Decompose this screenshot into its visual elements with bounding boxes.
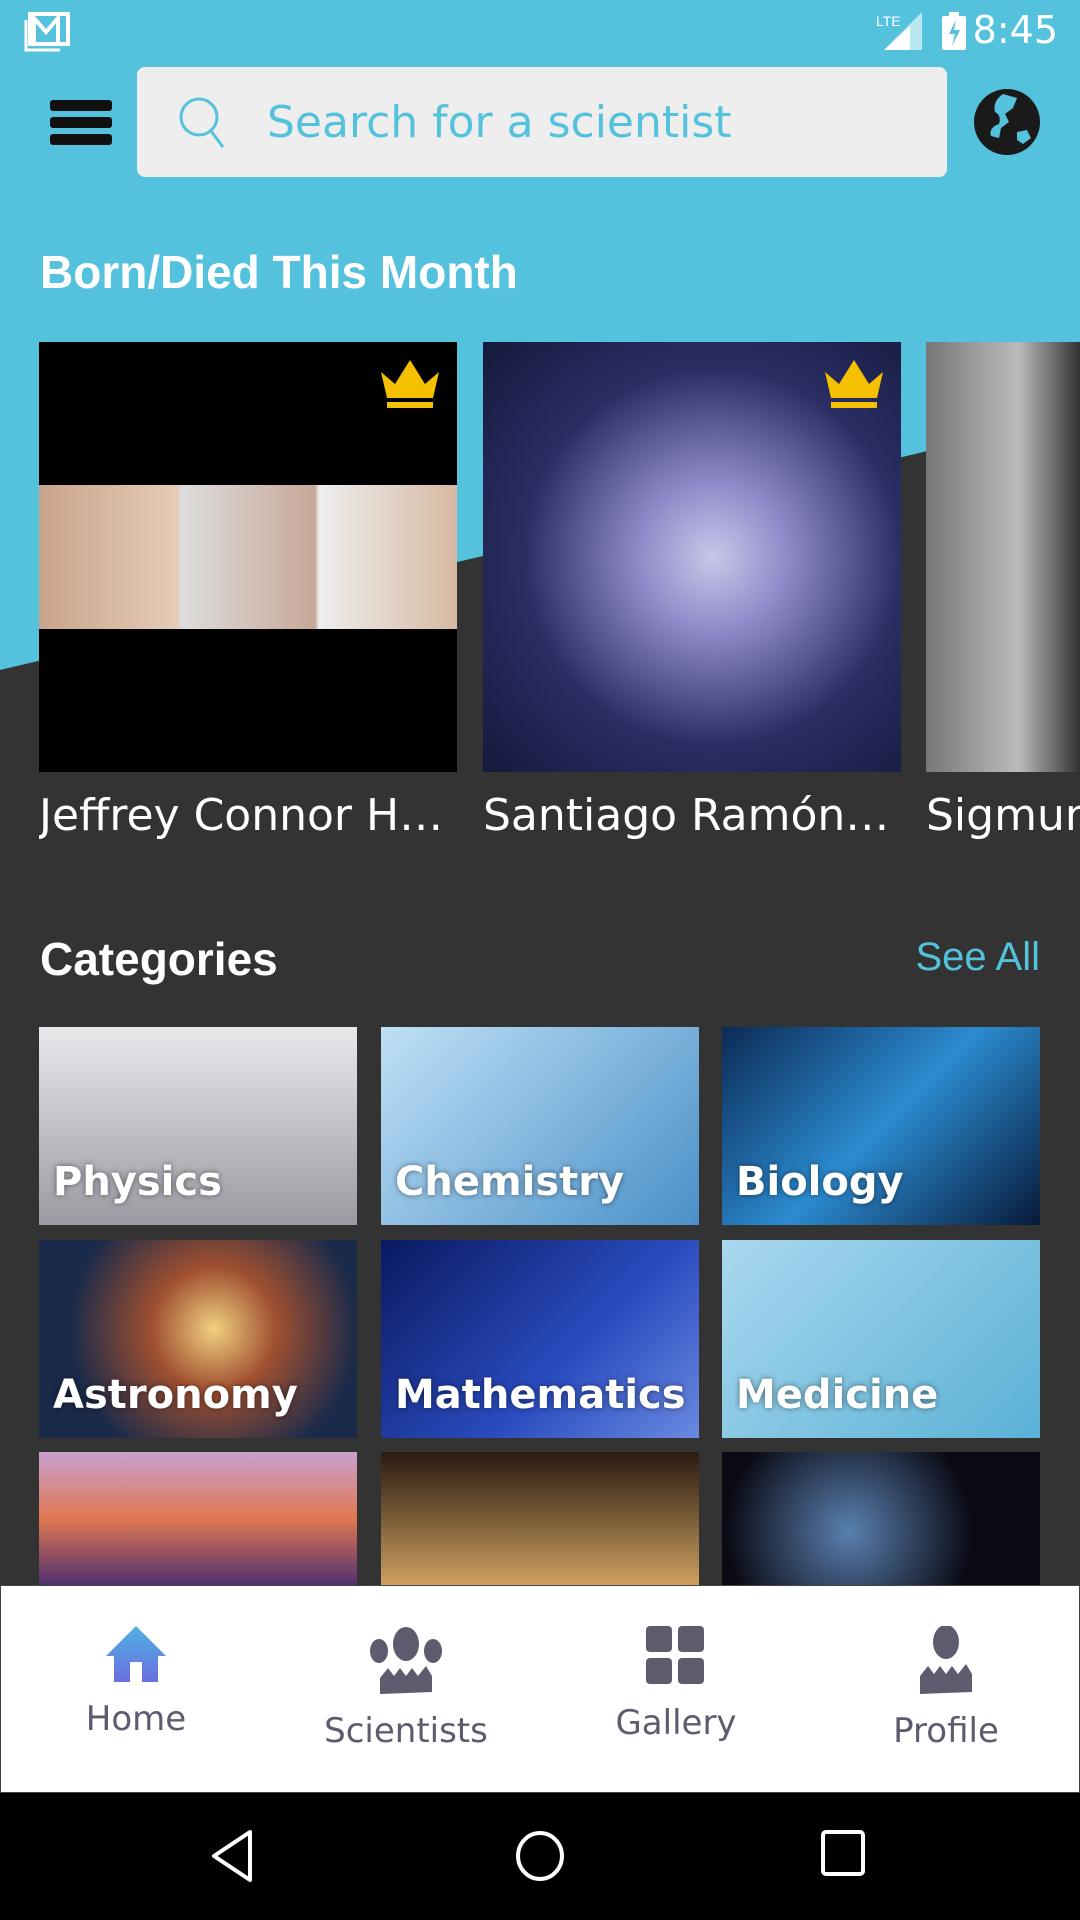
profile-icon: [920, 1625, 972, 1694]
category-item[interactable]: [722, 1452, 1040, 1585]
search-input[interactable]: [267, 87, 907, 157]
category-label: Mathematics: [395, 1372, 686, 1418]
nav-label: Profile: [893, 1711, 999, 1751]
recents-icon[interactable]: [820, 1829, 866, 1879]
see-all-link[interactable]: See All: [915, 935, 1040, 980]
category-biology[interactable]: Biology: [722, 1027, 1040, 1225]
nav-label: Gallery: [615, 1703, 737, 1743]
born-died-title: Born/Died This Month: [40, 246, 518, 298]
back-icon[interactable]: [210, 1829, 254, 1883]
scientist-card[interactable]: [39, 342, 457, 772]
crown-icon: [381, 360, 439, 408]
globe-icon[interactable]: [973, 88, 1041, 156]
category-medicine[interactable]: Medicine: [722, 1240, 1040, 1438]
search-icon: [179, 97, 225, 148]
bottom-navigation: Home Scientists Gallery Profile: [0, 1585, 1080, 1793]
crown-icon: [825, 360, 883, 408]
category-label: Medicine: [736, 1372, 939, 1418]
category-item[interactable]: [39, 1452, 357, 1585]
scientist-photo: [39, 485, 457, 629]
search-bar[interactable]: [137, 67, 947, 177]
scientist-name[interactable]: Jeffrey Connor H…: [39, 790, 457, 841]
categories-title: Categories: [40, 933, 278, 985]
gallery-icon: [646, 1626, 704, 1684]
nav-profile[interactable]: Profile: [811, 1586, 1080, 1794]
nav-home[interactable]: Home: [1, 1586, 271, 1794]
category-physics[interactable]: Physics: [39, 1027, 357, 1225]
nav-label: Home: [85, 1699, 187, 1739]
nav-label: Scientists: [324, 1711, 488, 1751]
category-chemistry[interactable]: Chemistry: [381, 1027, 699, 1225]
scientist-card[interactable]: [926, 342, 1080, 772]
category-mathematics[interactable]: Mathematics: [381, 1240, 699, 1438]
category-label: Chemistry: [395, 1159, 625, 1205]
scientist-card[interactable]: [483, 342, 901, 772]
category-item[interactable]: [381, 1452, 699, 1585]
category-label: Biology: [736, 1159, 904, 1205]
clock: 8:45: [972, 8, 1058, 52]
hamburger-icon[interactable]: [50, 100, 112, 146]
scientist-name[interactable]: Santiago Ramón…: [483, 790, 901, 841]
category-label: Astronomy: [53, 1372, 298, 1418]
category-label: Physics: [53, 1159, 222, 1205]
lte-label: LTE: [876, 13, 901, 29]
home-circle-icon[interactable]: [514, 1829, 566, 1883]
battery-charging-icon: [942, 12, 966, 50]
status-bar: LTE 8:45: [0, 0, 1080, 62]
category-astronomy[interactable]: Astronomy: [39, 1240, 357, 1438]
scientist-name[interactable]: Sigmund: [926, 790, 1080, 841]
nav-scientists[interactable]: Scientists: [271, 1586, 541, 1794]
gmail-icon: [24, 12, 70, 52]
signal-icon: LTE: [876, 12, 922, 50]
scientists-icon: [370, 1627, 442, 1694]
home-icon: [106, 1626, 166, 1682]
system-navigation-bar: [0, 1793, 1080, 1920]
nav-gallery[interactable]: Gallery: [541, 1586, 811, 1794]
